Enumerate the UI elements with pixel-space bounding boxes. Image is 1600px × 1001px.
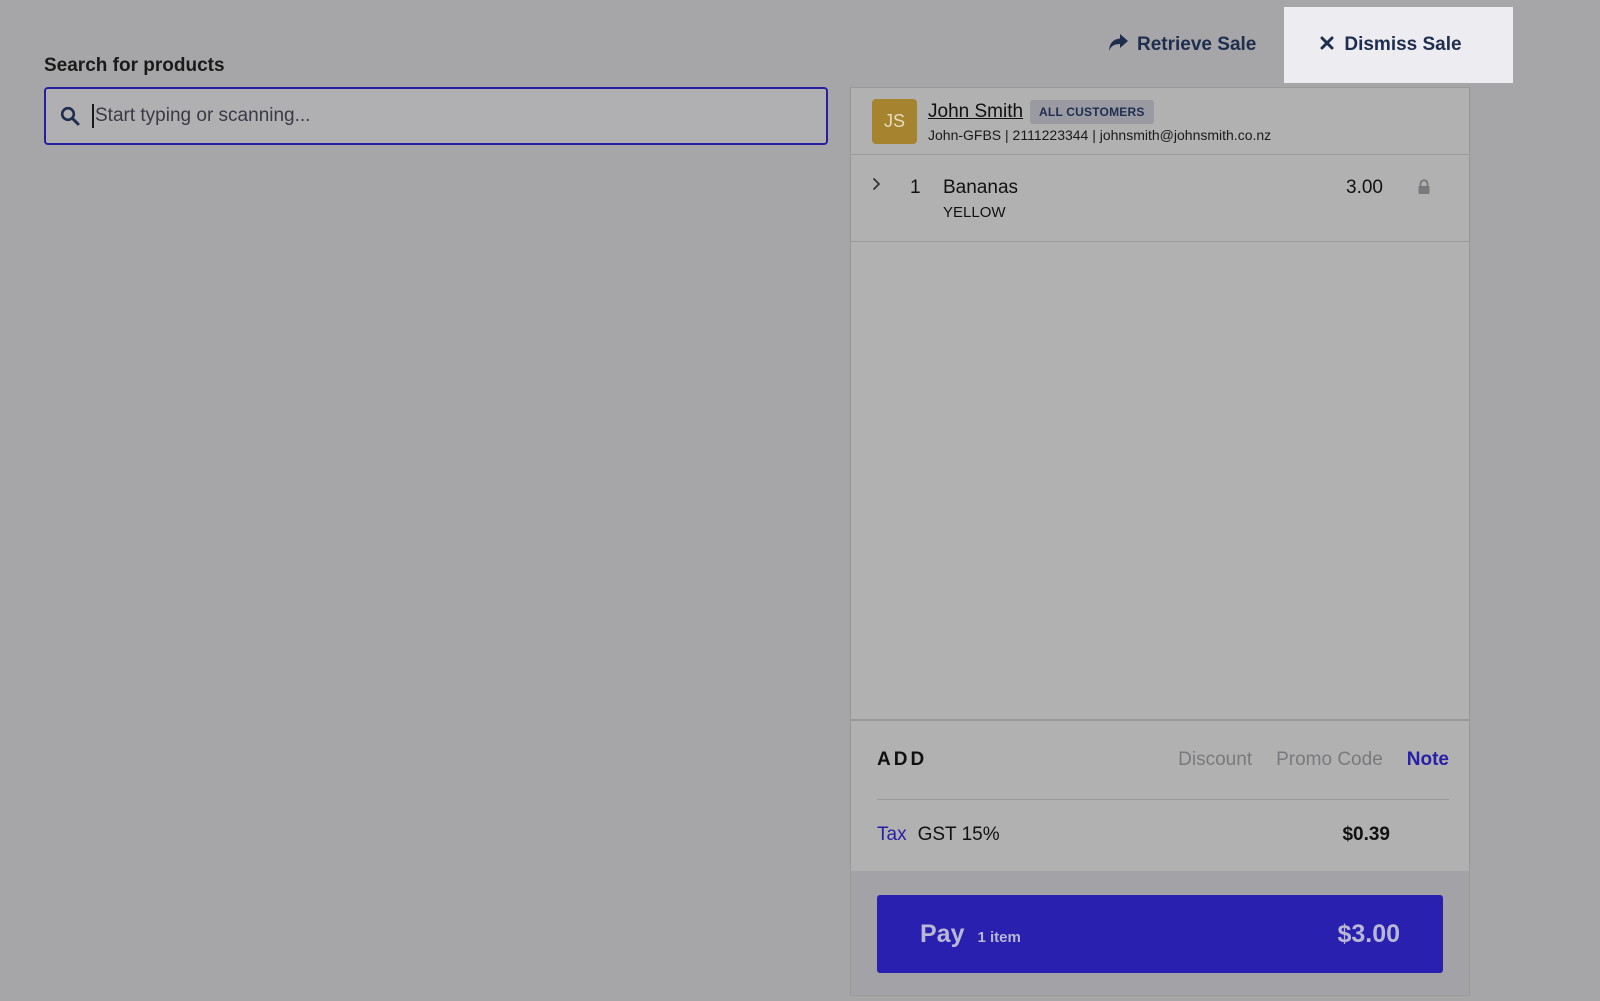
close-icon: [1320, 34, 1334, 56]
customer-name-link[interactable]: John Smith: [928, 101, 1023, 123]
tax-row: Tax GST 15% $0.39: [877, 800, 1449, 870]
pay-area: Pay 1 item $3.00: [851, 871, 1469, 995]
chevron-right-icon[interactable]: [871, 177, 883, 196]
retrieve-sale-button[interactable]: Retrieve Sale: [1090, 7, 1284, 83]
share-arrow-icon: [1108, 33, 1129, 58]
customer-info: John Smith ALL CUSTOMERS John-GFBS | 211…: [928, 99, 1272, 143]
dismiss-sale-button[interactable]: Dismiss Sale: [1284, 7, 1514, 83]
line-item-price: 3.00: [1346, 177, 1383, 198]
tax-amount: $0.39: [1342, 824, 1390, 845]
line-item-variant: YELLOW: [943, 204, 1006, 221]
sale-actions: Retrieve Sale Dismiss Sale: [1090, 7, 1514, 83]
search-box[interactable]: [44, 87, 828, 145]
tax-name: GST 15%: [917, 824, 1000, 845]
customer-row: JS John Smith ALL CUSTOMERS John-GFBS | …: [851, 88, 1469, 155]
line-item[interactable]: 1 Bananas YELLOW 3.00: [851, 155, 1469, 242]
customer-details: John-GFBS | 2111223344 | johnsmith@johns…: [928, 126, 1272, 143]
pay-total: $3.00: [1337, 919, 1400, 948]
add-options-row: ADD Discount Promo Code Note: [877, 721, 1449, 800]
sale-panel: JS John Smith ALL CUSTOMERS John-GFBS | …: [850, 87, 1470, 996]
search-icon: [60, 106, 80, 126]
pay-button[interactable]: Pay 1 item $3.00: [877, 895, 1443, 973]
pay-label: Pay: [920, 919, 965, 948]
lock-icon: [1417, 179, 1431, 200]
line-item-quantity: 1: [910, 177, 921, 198]
customer-name-line: John Smith ALL CUSTOMERS: [928, 99, 1271, 124]
tax-link[interactable]: Tax: [877, 824, 907, 846]
customer-group-badge: ALL CUSTOMERS: [1030, 99, 1154, 124]
retrieve-sale-label: Retrieve Sale: [1137, 34, 1257, 55]
search-label: Search for products: [44, 55, 225, 76]
search-input[interactable]: [92, 104, 777, 128]
line-item-name: Bananas: [943, 177, 1019, 198]
avatar: JS: [872, 98, 917, 144]
add-note-button[interactable]: Note: [1407, 749, 1449, 771]
add-title: ADD: [877, 749, 928, 770]
add-promo-code-button[interactable]: Promo Code: [1276, 749, 1383, 771]
pay-item-count: 1 item: [977, 928, 1021, 946]
add-discount-button[interactable]: Discount: [1178, 749, 1252, 771]
dismiss-sale-label: Dismiss Sale: [1344, 34, 1462, 55]
add-section: ADD Discount Promo Code Note Tax GST 15%…: [851, 719, 1469, 870]
